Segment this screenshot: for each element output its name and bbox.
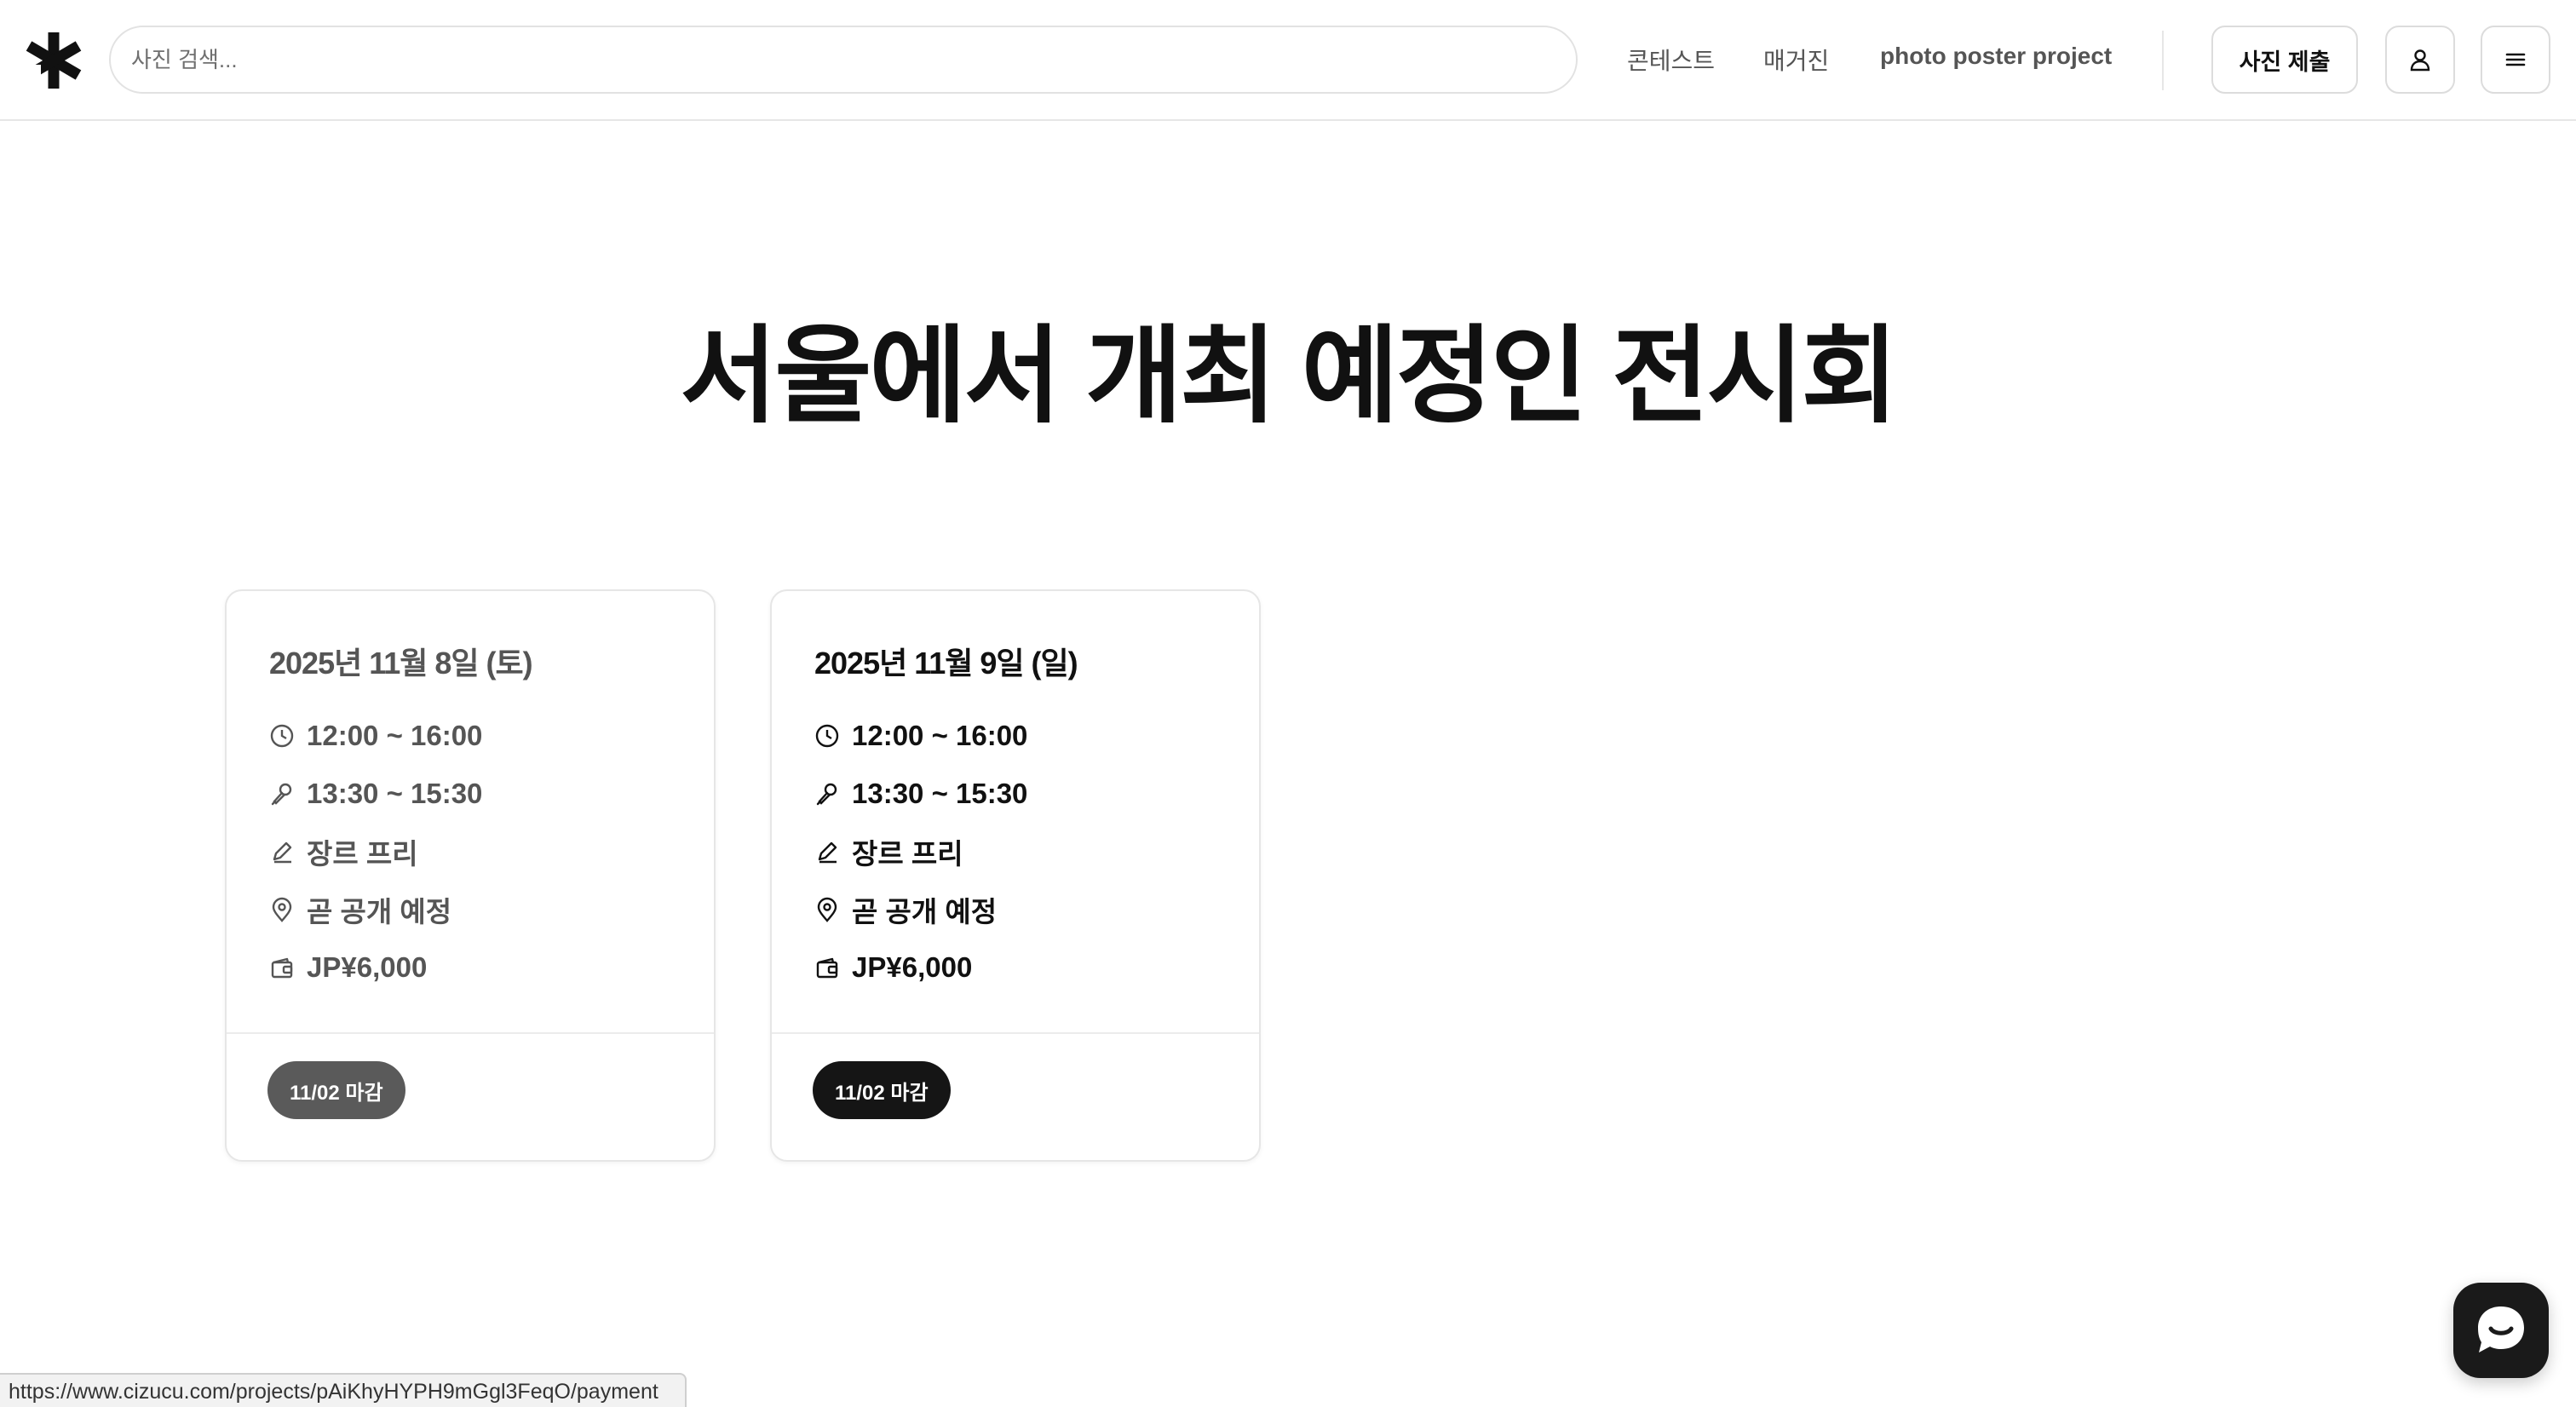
event-date: 2025년 11월 8일 (토): [269, 646, 533, 681]
clock-icon: [815, 724, 839, 748]
map-pin-icon: [817, 897, 837, 922]
menu-icon: [2505, 53, 2526, 66]
event-price-row: JP¥6,000: [814, 949, 972, 986]
nav-contest[interactable]: 콘테스트: [1627, 43, 1715, 77]
pencil-icon: [818, 841, 837, 864]
event-price: JP¥6,000: [852, 951, 973, 983]
event-hours: 12:00 ~ 16:00: [307, 720, 483, 751]
event-session-row: 13:30 ~ 15:30: [269, 775, 482, 813]
map-pin-icon: [272, 897, 292, 922]
event-hours: 12:00 ~ 16:00: [852, 720, 1028, 751]
event-card[interactable]: 2025년 11월 9일 (일) 12:00 ~ 16:00 13:30 ~ 1…: [770, 589, 1261, 1162]
deadline-badge: 11/02 마감: [267, 1061, 405, 1119]
deadline-badge: 11/02 마감: [813, 1061, 951, 1119]
event-genre-row: 장르 프리: [814, 833, 963, 870]
event-venue: 곧 공개 예정: [307, 896, 452, 927]
nav-magazine[interactable]: 매거진: [1763, 43, 1829, 77]
chat-bubble-icon: [2478, 1306, 2524, 1352]
chat-button[interactable]: [2453, 1283, 2549, 1378]
microphone-icon: [271, 783, 292, 806]
event-venue-row: 곧 공개 예정: [269, 891, 451, 928]
card-divider: [227, 1032, 714, 1034]
event-hours-row: 12:00 ~ 16:00: [269, 717, 482, 755]
event-genre: 장르 프리: [852, 838, 963, 870]
event-genre: 장르 프리: [307, 838, 418, 870]
event-session: 13:30 ~ 15:30: [307, 778, 483, 809]
page-title: 서울에서 개최 예정인 전시회: [680, 318, 1898, 435]
event-session: 13:30 ~ 15:30: [852, 778, 1028, 809]
wallet-icon: [816, 957, 838, 979]
top-navigation-bar: 콘테스트 매거진 photo poster project 사진 제출: [0, 0, 2576, 121]
event-venue-row: 곧 공개 예정: [814, 891, 997, 928]
event-card[interactable]: 2025년 11월 8일 (토) 12:00 ~ 16:00 13:30 ~ 1…: [225, 589, 716, 1162]
pencil-icon: [273, 841, 292, 864]
search-input[interactable]: [109, 26, 1578, 94]
nav-photo-poster-project[interactable]: photo poster project: [1880, 43, 2112, 70]
nav-divider: [2162, 31, 2164, 90]
card-divider: [772, 1032, 1259, 1034]
user-button[interactable]: [2385, 26, 2455, 94]
event-date: 2025년 11월 9일 (일): [814, 646, 1078, 681]
event-session-row: 13:30 ~ 15:30: [814, 775, 1027, 813]
link-preview-statusbar: https://www.cizucu.com/projects/pAiKhyHY…: [0, 1373, 687, 1407]
wallet-icon: [271, 957, 293, 979]
asterisk-logo-icon[interactable]: [24, 31, 83, 90]
event-venue: 곧 공개 예정: [852, 896, 998, 927]
microphone-icon: [816, 783, 837, 806]
clock-icon: [270, 724, 294, 748]
submit-photo-button[interactable]: 사진 제출: [2211, 26, 2358, 94]
event-hours-row: 12:00 ~ 16:00: [814, 717, 1027, 755]
menu-button[interactable]: [2481, 26, 2550, 94]
event-genre-row: 장르 프리: [269, 833, 418, 870]
user-icon: [2410, 49, 2430, 72]
event-price: JP¥6,000: [307, 951, 428, 983]
event-price-row: JP¥6,000: [269, 949, 427, 986]
